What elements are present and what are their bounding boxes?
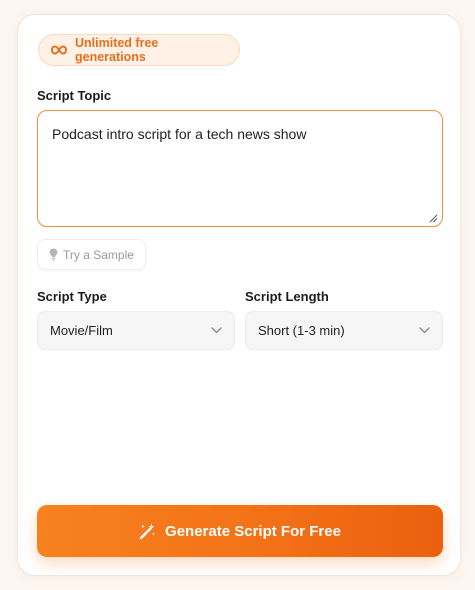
generate-script-button[interactable]: Generate Script For Free bbox=[37, 505, 443, 557]
script-length-value: Short (1-3 min) bbox=[258, 323, 345, 338]
magic-wand-icon bbox=[139, 523, 156, 539]
badge-text: Unlimited free generations bbox=[75, 36, 159, 64]
script-topic-value: Podcast intro script for a tech news sho… bbox=[52, 126, 307, 142]
script-length-select[interactable]: Short (1-3 min) bbox=[245, 311, 443, 350]
script-topic-textarea[interactable]: Podcast intro script for a tech news sho… bbox=[37, 110, 443, 227]
try-sample-button[interactable]: Try a Sample bbox=[37, 239, 146, 270]
script-type-label: Script Type bbox=[37, 289, 107, 304]
unlimited-badge: Unlimited free generations bbox=[38, 34, 240, 66]
script-type-value: Movie/Film bbox=[50, 323, 113, 338]
chevron-down-icon bbox=[419, 327, 430, 334]
script-topic-label: Script Topic bbox=[37, 88, 112, 103]
generate-script-label: Generate Script For Free bbox=[165, 522, 341, 540]
infinity-icon bbox=[51, 45, 67, 55]
script-length-label: Script Length bbox=[245, 289, 329, 304]
script-generator-card: Unlimited free generations Script Topic … bbox=[17, 14, 461, 576]
chevron-down-icon bbox=[211, 327, 222, 334]
script-type-select[interactable]: Movie/Film bbox=[37, 311, 235, 350]
lightbulb-icon bbox=[49, 248, 58, 261]
try-sample-label: Try a Sample bbox=[63, 247, 134, 262]
resize-handle-icon[interactable] bbox=[429, 214, 438, 223]
